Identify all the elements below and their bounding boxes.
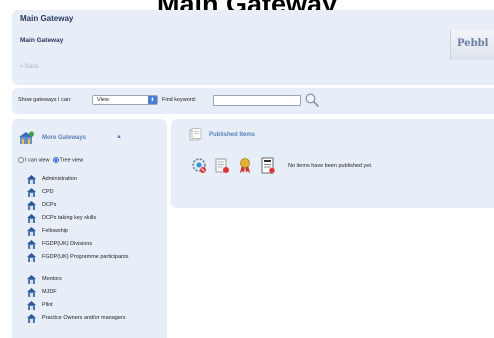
- gateway-name: Administration: [42, 176, 77, 182]
- gateway-name: MJDF: [42, 289, 57, 295]
- gateway-item[interactable]: Fellowship: [12, 225, 167, 238]
- show-gateways-label: Show gateways I can:: [18, 97, 72, 103]
- gateway-item[interactable]: DCPs taking key skills: [12, 212, 167, 225]
- collapse-caret-icon: ▲: [116, 134, 122, 140]
- search-icon[interactable]: [304, 92, 320, 108]
- gateway-name: Fellowship: [42, 228, 68, 234]
- gateway-item[interactable]: Mentors: [12, 273, 167, 286]
- gateway-item[interactable]: FGDP(UK) Programme participants: [12, 251, 167, 273]
- gateway-name: DCPs: [42, 202, 57, 208]
- gateway-icon: [27, 288, 36, 297]
- award-ribbon-icon[interactable]: [237, 157, 253, 174]
- gateway-name: FGDP(UK) Divisions: [42, 241, 93, 247]
- gateway-permission-value: View: [97, 97, 109, 103]
- settings-refresh-icon[interactable]: [191, 157, 207, 174]
- select-arrow-icon: ⬍: [148, 96, 157, 104]
- header-subtitle: Main Gateway: [20, 37, 64, 44]
- gateway-icon: [27, 314, 36, 323]
- radio-i-can-view[interactable]: [18, 157, 24, 163]
- document-edit-icon[interactable]: [214, 157, 230, 174]
- gateway-icon: [27, 175, 36, 184]
- gateway-name: FGDP(UK) Programme participants: [42, 254, 129, 260]
- header-panel: Main Gateway Main Gateway « Back Pebbl: [12, 10, 494, 85]
- published-items-icon: [189, 128, 202, 141]
- header-title: Main Gateway: [18, 14, 76, 23]
- gateway-item[interactable]: DCPs: [12, 199, 167, 212]
- find-keyword-label: Find keyword:: [162, 97, 197, 103]
- gateway-name: CPD: [42, 189, 54, 195]
- more-gateways-heading: More Gateways: [42, 135, 87, 141]
- gateway-name: Practice Owners and/or managers: [42, 315, 126, 321]
- gateway-icon: [27, 214, 36, 223]
- more-gateways-panel: More Gateways ▲ I can view Tree view Adm…: [12, 119, 167, 338]
- view-option-label: Tree view: [59, 157, 84, 164]
- gateway-icon: [27, 301, 36, 310]
- gateway-item[interactable]: Administration: [12, 173, 167, 186]
- keyword-input[interactable]: [213, 95, 301, 106]
- view-option-label: I can view: [25, 157, 50, 164]
- gateway-item[interactable]: FGDP(UK) Divisions: [12, 238, 167, 251]
- gateway-add-icon: [19, 131, 34, 144]
- gateway-name: Mentors: [42, 276, 62, 282]
- report-document-icon[interactable]: [260, 157, 276, 174]
- gateway-icon: [27, 240, 36, 249]
- published-items-title: Published Items: [209, 132, 256, 138]
- gateway-icon: [27, 201, 36, 210]
- gateway-item[interactable]: MJDF: [12, 286, 167, 299]
- no-items-message: No items have been published yet.: [288, 163, 373, 169]
- radio-tree-view[interactable]: [52, 157, 59, 163]
- published-items-panel: Published Items No items have been publi…: [171, 119, 494, 208]
- gateway-icon: [27, 227, 36, 236]
- view-mode-options: I can view Tree view: [18, 157, 83, 163]
- back-link[interactable]: « Back: [20, 64, 38, 70]
- gateway-item[interactable]: CPD: [12, 186, 167, 199]
- gateway-permission-select[interactable]: View ⬍: [92, 95, 158, 105]
- gateway-icon: [27, 188, 36, 197]
- gateway-list: Administration CPD DCPs DCPs taking key …: [12, 173, 167, 325]
- gateway-item[interactable]: Pilot: [12, 299, 167, 312]
- gateway-item[interactable]: Practice Owners and/or managers: [12, 312, 167, 325]
- gateway-filter-bar: Show gateways I can: View ⬍ Find keyword…: [12, 88, 494, 114]
- gateway-icon: [27, 275, 36, 284]
- gateway-name: Pilot: [42, 302, 53, 308]
- pebblepad-logo: Pebbl: [450, 30, 494, 60]
- gateway-name: DCPs taking key skills: [42, 215, 97, 221]
